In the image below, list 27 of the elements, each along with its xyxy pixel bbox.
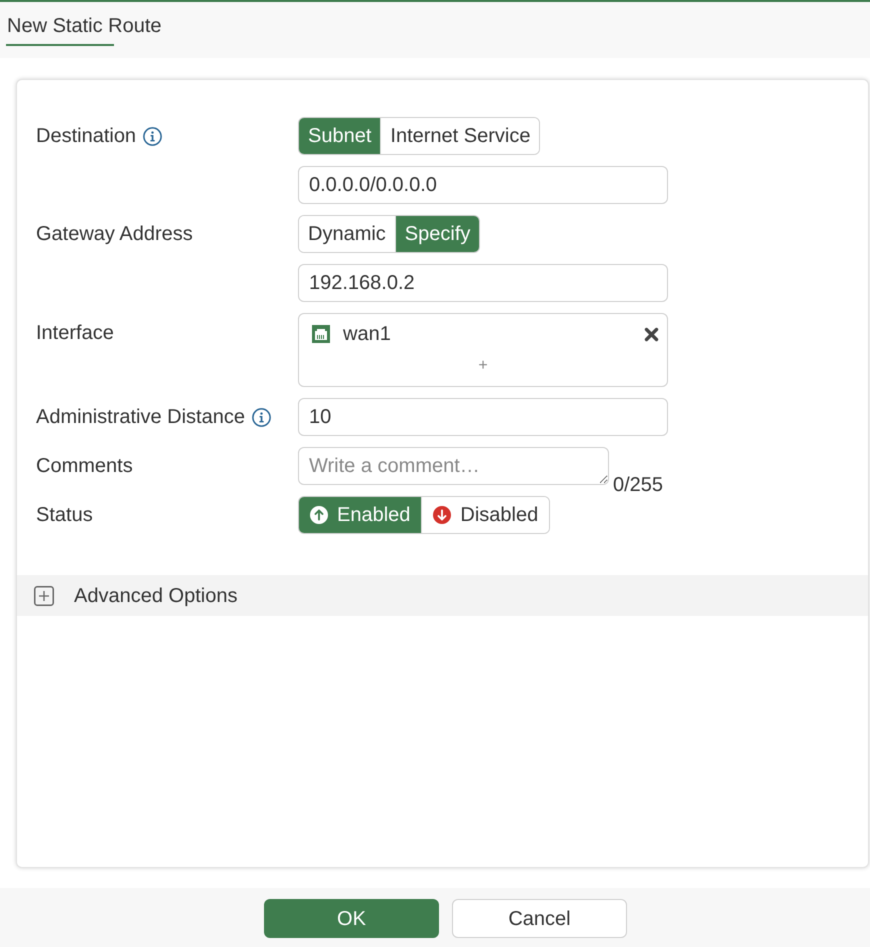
toggle-option[interactable]: Subnet (299, 118, 380, 154)
field-label: Gateway Address (36, 222, 193, 246)
input-field[interactable]: 0.0.0.0/0.0.0.0 (298, 166, 668, 204)
ok-button[interactable]: OK (264, 899, 439, 938)
advanced-options-bar[interactable]: Advanced Options (17, 575, 868, 616)
arrow-down-circle-icon (433, 506, 452, 524)
window-title: New Static Route (7, 14, 162, 38)
field-label: Interface (36, 321, 114, 345)
toggle-option[interactable]: Internet Service (380, 118, 540, 154)
input-field[interactable]: 10 (298, 398, 668, 436)
toggle-option[interactable]: Specify (394, 216, 480, 252)
field-label: Status (36, 503, 93, 527)
field-label: Administrative Distance (36, 405, 245, 429)
field-label: Destination (36, 124, 136, 148)
close-icon (644, 326, 659, 342)
character-counter: 0/255 (613, 474, 664, 496)
comment-field[interactable]: Write a comment… (298, 447, 609, 485)
interface-name: wan1 (343, 322, 391, 346)
toggle-option[interactable]: Enabled (299, 497, 422, 533)
toggle-option[interactable]: Disabled (421, 497, 550, 533)
field-label: Comments (36, 454, 133, 478)
add-button[interactable]: + (476, 357, 490, 375)
arrow-up-circle-icon (310, 506, 328, 524)
interface-field[interactable]: wan1 + (298, 313, 668, 387)
input-field[interactable]: 192.168.0.2 (298, 264, 668, 302)
ethernet-port-icon (312, 325, 330, 343)
cancel-button[interactable]: Cancel (452, 899, 627, 938)
